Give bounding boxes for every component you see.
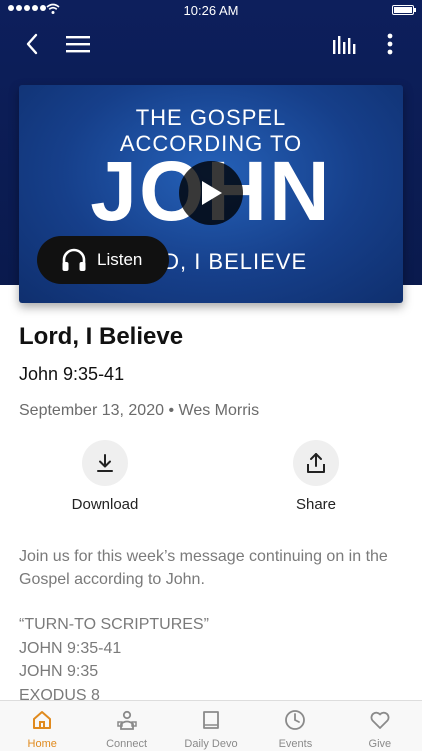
menu-button[interactable] [64,30,92,58]
scripture-item: JOHN 9:35-41 [19,639,122,657]
sermon-description: Join us for this week’s message continui… [19,548,388,588]
listen-label: Listen [97,250,143,269]
sermon-details: Lord, I Believe John 9:35-41 September 1… [19,322,409,422]
more-vertical-icon [387,33,393,55]
tab-label: Daily Devo [184,738,238,750]
battery-icon [392,5,416,15]
tab-label: Connect [106,738,148,750]
status-time: 10:26 AM [183,3,239,18]
tab-events[interactable]: Events [253,701,337,751]
audio-levels-button[interactable] [330,30,358,58]
meta-separator: • [168,402,175,419]
sermon-title: Lord, I Believe [19,323,184,350]
status-bar: 10:26 AM [0,0,422,22]
play-icon [202,181,222,205]
scripture-heading: “TURN-TO SCRIPTURES” [19,616,209,633]
tab-home[interactable]: Home [0,701,84,751]
nav-bar [0,26,422,62]
book-icon [169,708,253,732]
tab-give[interactable]: Give [338,701,422,751]
heart-icon [338,708,422,732]
tab-daily-devo[interactable]: Daily Devo [169,701,253,751]
share-icon [307,453,325,473]
more-button[interactable] [376,30,404,58]
home-icon [0,708,84,732]
sermon-speaker: Wes Morris [178,402,260,419]
chevron-left-icon [26,33,38,55]
download-icon [97,454,113,472]
video-title-line1: THE GOSPEL [135,105,287,130]
share-label: Share [295,496,337,513]
tab-label: Events [278,738,313,750]
download-label: Download [71,496,139,513]
scripture-item: JOHN 9:35 [19,663,99,680]
play-button[interactable] [179,161,243,225]
connect-icon [84,708,168,732]
listen-button[interactable]: Listen [37,236,169,284]
back-button[interactable] [18,30,46,58]
share-button[interactable]: Share [266,440,366,513]
hamburger-icon [66,36,90,53]
tab-label: Give [368,738,392,750]
headphones-icon [61,247,87,273]
tab-connect[interactable]: Connect [84,701,168,751]
sermon-meta: September 13, 2020 • Wes Morris [19,400,409,422]
audio-levels-icon [333,36,356,54]
download-button[interactable]: Download [55,440,155,513]
tab-label: Home [27,738,57,750]
clock-icon [253,708,337,732]
tab-bar: Home Connect Daily Devo Events Give [0,700,422,751]
scripture-reference: John 9:35-41 [19,364,125,384]
scripture-list: “TURN-TO SCRIPTURES” JOHN 9:35-41 JOHN 9… [19,613,409,707]
sermon-date: September 13, 2020 [19,402,164,419]
